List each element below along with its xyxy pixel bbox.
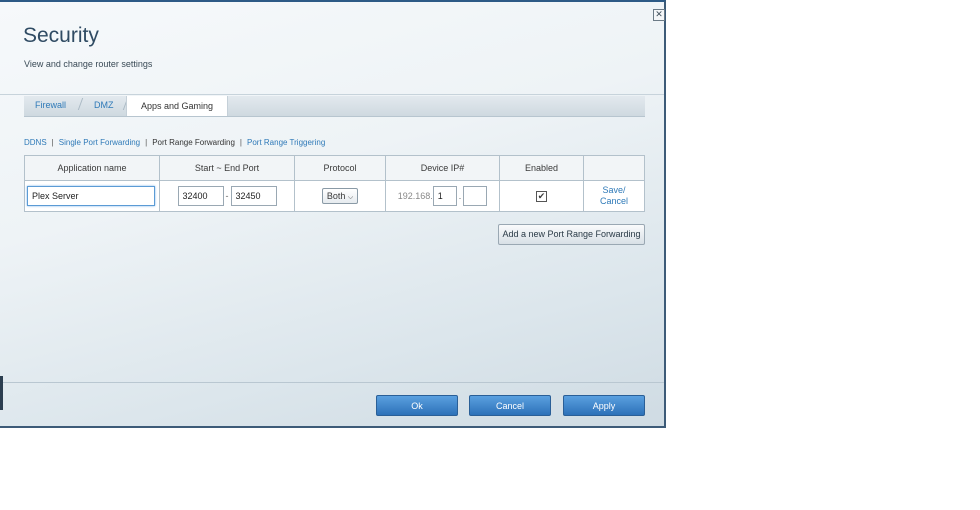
ok-button[interactable]: Ok [376, 395, 458, 416]
tab-dmz[interactable]: DMZ [94, 100, 114, 110]
ip-prefix: 192.168. [397, 191, 433, 201]
save-link[interactable]: Save/ [586, 185, 642, 196]
cell-enabled: ✔ [499, 180, 584, 212]
application-name-input[interactable] [27, 186, 155, 206]
end-port-input[interactable] [230, 186, 277, 206]
footer-divider [0, 382, 664, 383]
apply-button[interactable]: Apply [563, 395, 645, 416]
subnav: DDNS | Single Port Forwarding | Port Range F… [24, 138, 325, 147]
subnav-ddns[interactable]: DDNS [24, 138, 47, 147]
tab-apps-and-gaming[interactable]: Apps and Gaming [126, 96, 229, 116]
subnav-separator: | [145, 138, 148, 147]
tab-firewall[interactable]: Firewall [35, 100, 66, 110]
close-icon[interactable]: ✕ [653, 9, 665, 21]
subnav-port-range-forwarding: Port Range Forwarding [152, 138, 235, 147]
col-application-name: Application name [24, 155, 160, 181]
port-range-table: Application name Start ~ End Port Protoc… [24, 155, 645, 212]
subnav-port-range-triggering[interactable]: Port Range Triggering [247, 138, 325, 147]
cell-actions: Save/ Cancel [583, 180, 645, 212]
add-port-range-forwarding-button[interactable]: Add a new Port Range Forwarding [498, 224, 645, 245]
ip-octet-4-input[interactable] [463, 186, 488, 206]
cell-app-name [24, 180, 160, 212]
subnav-separator: | [239, 138, 242, 147]
col-enabled: Enabled [499, 155, 584, 181]
page-title: Security [23, 24, 99, 47]
ip-octet-3-input[interactable] [432, 186, 457, 206]
protocol-select[interactable]: Both ⌵ [321, 188, 359, 204]
cancel-button[interactable]: Cancel [469, 395, 551, 416]
col-actions [583, 155, 645, 181]
table-header-row: Application name Start ~ End Port Protoc… [24, 155, 645, 181]
chevron-down-icon: ⌵ [347, 194, 354, 201]
tab-bar: Firewall DMZ Apps and Gaming [24, 96, 645, 117]
col-port-range: Start ~ End Port [159, 155, 295, 181]
security-dialog: ✕ Security View and change router settin… [0, 0, 666, 428]
protocol-value: Both [326, 191, 346, 201]
col-device-ip: Device IP# [385, 155, 500, 181]
subnav-single-port-forwarding[interactable]: Single Port Forwarding [59, 138, 140, 147]
cell-ports: - [159, 180, 295, 212]
cell-device-ip: 192.168.. [385, 180, 500, 212]
table-row: - Both ⌵ 192.168.. ✔ Save/ Cancel [24, 180, 645, 212]
port-separator: - [225, 191, 229, 201]
header-divider [0, 94, 664, 95]
tab-divider [77, 98, 84, 110]
col-protocol: Protocol [294, 155, 386, 181]
window-edge [0, 376, 3, 410]
page-subtitle: View and change router settings [24, 59, 153, 69]
cancel-row-link[interactable]: Cancel [586, 196, 642, 207]
enabled-checkbox[interactable]: ✔ [536, 190, 547, 202]
ip-separator: . [458, 191, 462, 201]
start-port-input[interactable] [177, 186, 224, 206]
subnav-separator: | [51, 138, 54, 147]
cell-protocol: Both ⌵ [294, 180, 386, 212]
